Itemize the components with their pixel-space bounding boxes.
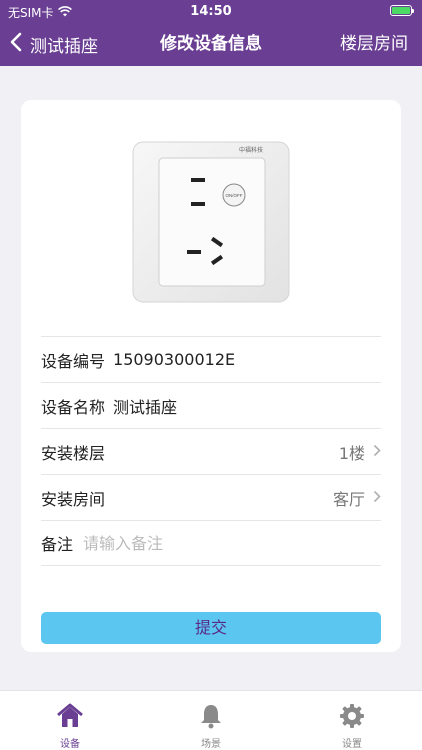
device-name-row[interactable]: 设备名称 测试插座 — [41, 382, 381, 428]
tab-scenes[interactable]: 场景 — [141, 691, 281, 750]
tab-settings[interactable]: 设置 — [282, 691, 422, 750]
tab-devices-label: 设备 — [60, 739, 80, 750]
device-name-label: 设备名称 — [41, 397, 106, 417]
nav-bar: 测试插座 修改设备信息 楼层房间 — [0, 22, 422, 66]
install-floor-label: 安装楼层 — [41, 443, 106, 463]
wall-socket-image: 中福科技 ON/OFF — [131, 140, 291, 305]
remark-label: 备注 — [41, 535, 74, 554]
remark-row: 备注 — [41, 520, 381, 566]
install-floor-row[interactable]: 安装楼层 1楼 — [41, 428, 381, 474]
install-room-value: 客厅 — [332, 489, 365, 509]
chevron-left-icon — [10, 32, 22, 57]
back-button[interactable]: 测试插座 — [10, 22, 98, 66]
brand-text: 中福科技 — [239, 146, 263, 154]
remark-input[interactable] — [83, 533, 334, 553]
floor-room-button[interactable]: 楼层房间 — [340, 22, 408, 66]
chevron-right-icon — [373, 488, 381, 507]
status-bar: 无SIM卡 14:50 — [0, 0, 422, 22]
install-room-row[interactable]: 安装房间 客厅 — [41, 474, 381, 520]
chevron-right-icon — [373, 442, 381, 461]
battery-icon — [390, 5, 414, 16]
tab-settings-label: 设置 — [342, 739, 362, 750]
tab-devices[interactable]: 设备 — [0, 691, 140, 750]
install-floor-value: 1楼 — [338, 443, 365, 463]
bell-icon — [199, 703, 223, 733]
tab-bar: 设备 场景 设置 — [0, 690, 422, 750]
device-code-row: 设备编号 15090300012E — [41, 336, 381, 382]
home-icon — [56, 703, 84, 733]
tab-scenes-label: 场景 — [201, 739, 221, 750]
back-label: 测试插座 — [30, 36, 98, 57]
device-code-value: 15090300012E — [113, 350, 236, 369]
status-time: 14:50 — [190, 4, 232, 19]
device-name-value[interactable]: 测试插座 — [113, 394, 177, 418]
gear-icon — [339, 703, 365, 733]
install-room-label: 安装房间 — [41, 489, 106, 509]
device-code-label: 设备编号 — [41, 351, 106, 371]
submit-button[interactable]: 提交 — [41, 612, 381, 644]
switch-text: ON/OFF — [226, 193, 243, 198]
device-info-card: 中福科技 ON/OFF 设备编号 15090300012E 设备名称 测试插座 … — [21, 100, 401, 652]
